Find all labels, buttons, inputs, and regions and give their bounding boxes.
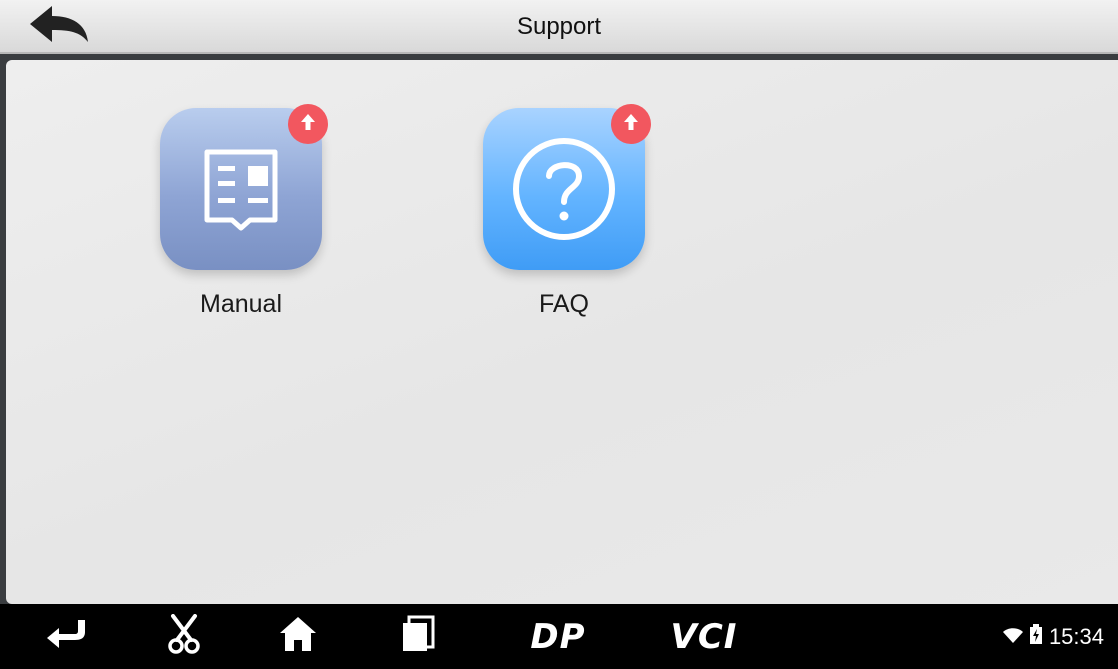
dp-icon: DP	[530, 616, 586, 657]
nav-recent-apps-button[interactable]	[398, 604, 438, 669]
manual-app-icon[interactable]	[160, 104, 328, 270]
wifi-icon	[1002, 624, 1029, 650]
recent-apps-icon	[401, 615, 435, 658]
update-badge	[288, 104, 328, 144]
update-badge	[611, 104, 651, 144]
back-nav-icon	[45, 618, 91, 655]
nav-home-button[interactable]	[276, 604, 320, 669]
app-manual[interactable]: Manual	[156, 104, 328, 319]
vci-icon: VCI	[670, 616, 738, 657]
faq-app-icon[interactable]	[483, 104, 651, 270]
home-icon	[278, 615, 318, 658]
nav-vci-button[interactable]: VCI	[664, 604, 744, 669]
status-time: 15:34	[1048, 623, 1104, 649]
app-label-manual: Manual	[200, 290, 282, 318]
upgrade-arrow-icon	[623, 113, 639, 136]
nav-dp-button[interactable]: DP	[520, 604, 596, 669]
app-faq[interactable]: FAQ	[479, 104, 651, 319]
status-area: 15:34	[1002, 604, 1104, 669]
nav-screenshot-button[interactable]	[162, 604, 206, 669]
content-panel: Manual FAQ	[6, 60, 1118, 604]
battery-icon	[1029, 623, 1049, 650]
title-bar: Support	[0, 0, 1118, 54]
screen: Support Manual FAQ DP VCI 15:34	[0, 0, 1118, 669]
scissors-icon	[167, 614, 201, 659]
page-title: Support	[516, 13, 602, 40]
app-label-faq: FAQ	[538, 290, 589, 318]
upgrade-arrow-icon	[300, 113, 316, 136]
nav-back-button[interactable]	[40, 604, 96, 669]
navigation-bar: DP VCI 15:34	[0, 604, 1118, 669]
